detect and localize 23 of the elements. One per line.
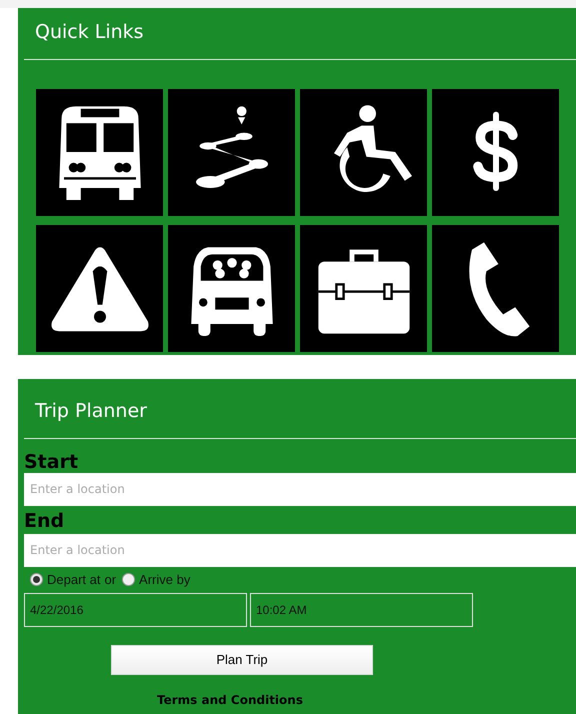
field-label: Start bbox=[24, 450, 80, 472]
quick-link-tile[interactable] bbox=[300, 224, 427, 352]
quick-link-tile[interactable] bbox=[432, 88, 559, 216]
quick-link-tile[interactable] bbox=[300, 88, 427, 216]
quick-link-tile[interactable] bbox=[36, 88, 163, 216]
radio-label: Depart at bbox=[47, 570, 100, 589]
radio-label: Arrive by bbox=[139, 570, 190, 589]
section-title: Trip Planner bbox=[35, 400, 147, 422]
separator-text: or bbox=[104, 570, 116, 589]
radio-button[interactable] bbox=[30, 573, 43, 586]
quick-link-tile[interactable] bbox=[168, 88, 295, 216]
quick-link-tile[interactable] bbox=[168, 224, 295, 352]
plan-trip-button[interactable]: Plan Trip bbox=[111, 644, 373, 674]
quick-link-tile[interactable] bbox=[432, 224, 559, 352]
time-field[interactable]: 10:02 AM bbox=[250, 592, 473, 626]
quick-link-tile[interactable] bbox=[36, 224, 163, 352]
date-field[interactable]: 4/22/2016 bbox=[24, 592, 247, 626]
radio-button[interactable] bbox=[122, 573, 136, 586]
terms-link[interactable]: Terms and Conditions bbox=[157, 690, 303, 708]
end-location-field[interactable]: Enter a location bbox=[24, 534, 576, 566]
field-label: End bbox=[24, 508, 66, 534]
start-location-field[interactable]: Enter a location bbox=[24, 472, 576, 506]
section-title: Quick Links bbox=[35, 21, 144, 43]
